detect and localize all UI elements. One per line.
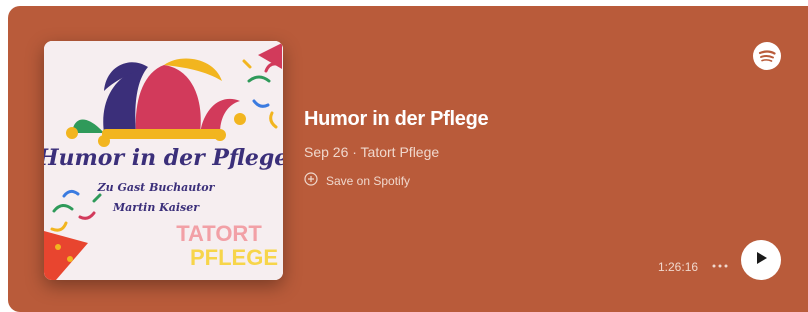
more-dots-icon [712,255,728,273]
play-icon [753,250,769,271]
episode-embed-card: Humor in der Pflege Zu Gast Buchautor Ma… [8,6,808,312]
cover-brand-1: TATORT [176,221,262,246]
cover-line-1: Zu Gast Buchautor [97,181,216,194]
more-options-button[interactable] [710,254,730,274]
spotify-logo-icon[interactable] [753,42,781,70]
episode-title[interactable]: Humor in der Pflege [304,108,489,131]
episode-duration: 1:26:16 [658,260,699,274]
cover-illustration: Humor in der Pflege Zu Gast Buchautor Ma… [44,41,283,280]
cover-brand-2: PFLEGE [190,245,278,270]
save-label: Save on Spotify [326,173,411,188]
save-on-spotify-button[interactable]: Save on Spotify [304,172,410,189]
plus-circle-icon [304,172,318,189]
cover-heading: Humor in der Pflege [44,145,283,171]
episode-subtitle[interactable]: Sep 26 · Tatort Pflege [304,144,439,160]
play-button[interactable] [741,240,781,280]
cover-line-2: Martin Kaiser [112,201,200,214]
episode-cover-art[interactable]: Humor in der Pflege Zu Gast Buchautor Ma… [44,41,283,280]
